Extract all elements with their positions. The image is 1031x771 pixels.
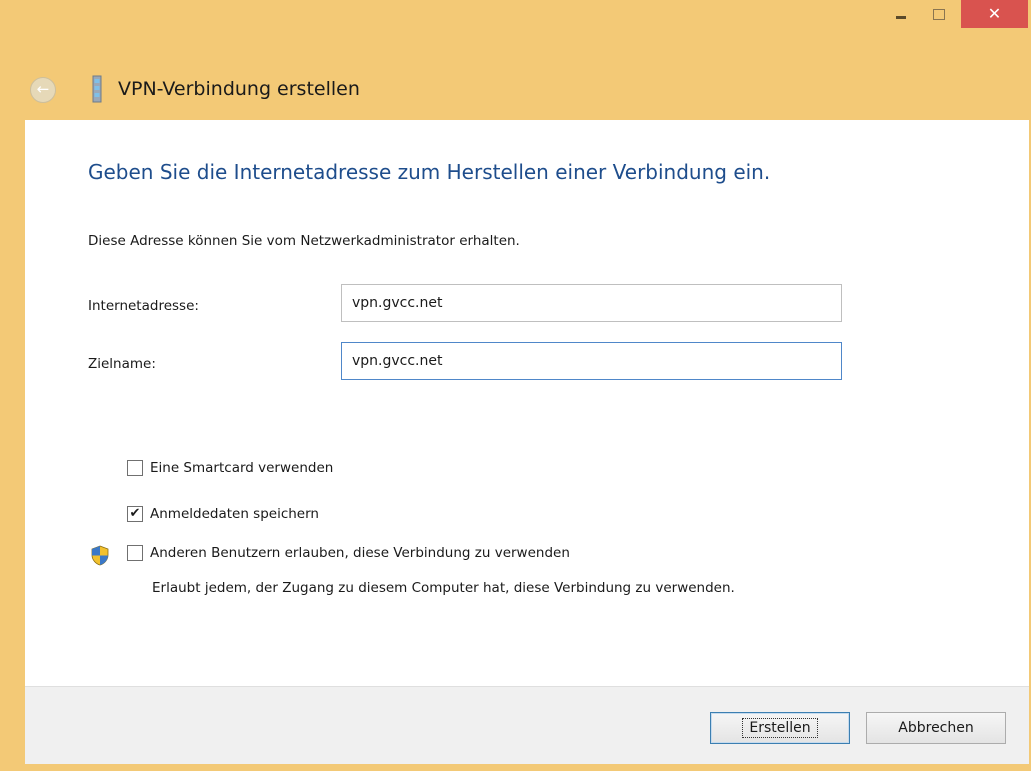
destination-name-input[interactable] — [341, 342, 842, 380]
info-text: Diese Adresse können Sie vom Netzwerkadm… — [88, 233, 520, 249]
maximize-button[interactable] — [922, 0, 956, 28]
cancel-button[interactable]: Abbrechen — [866, 712, 1006, 744]
smartcard-option[interactable]: Eine Smartcard verwenden — [127, 460, 333, 476]
page-heading: Geben Sie die Internetadresse zum Herste… — [88, 160, 771, 184]
maximize-icon — [933, 8, 945, 20]
back-button[interactable]: ← — [30, 77, 56, 103]
save-credentials-checkbox[interactable]: ✔ — [127, 506, 143, 522]
create-button-label: Erstellen — [742, 718, 818, 738]
dialog-header: ← VPN-Verbindung erstellen — [0, 60, 1031, 120]
internet-address-input[interactable] — [341, 284, 842, 322]
allow-others-checkbox[interactable] — [127, 545, 143, 561]
back-arrow-icon: ← — [36, 80, 50, 98]
save-credentials-label: Anmeldedaten speichern — [150, 506, 319, 522]
close-icon: ✕ — [987, 4, 1002, 23]
allow-others-label: Anderen Benutzern erlauben, diese Verbin… — [150, 545, 570, 561]
create-button[interactable]: Erstellen — [710, 712, 850, 744]
destination-name-label: Zielname: — [88, 356, 156, 372]
smartcard-checkbox[interactable] — [127, 460, 143, 476]
smartcard-label: Eine Smartcard verwenden — [150, 460, 334, 476]
window-title: VPN-Verbindung erstellen — [118, 78, 360, 100]
close-button[interactable]: ✕ — [961, 0, 1028, 28]
minimize-icon — [896, 15, 906, 19]
checkmark-icon: ✔ — [129, 506, 141, 521]
dialog-content: Geben Sie die Internetadresse zum Herste… — [25, 120, 1029, 686]
network-connection-icon — [92, 75, 102, 103]
minimize-button[interactable] — [884, 0, 918, 28]
allow-others-description: Erlaubt jedem, der Zugang zu diesem Comp… — [152, 580, 735, 596]
dialog-footer: Erstellen Abbrechen — [25, 686, 1029, 764]
vpn-dialog-window: ✕ ← VPN-Verbindung erstellen Geben Sie d… — [0, 0, 1031, 771]
title-bar[interactable]: ✕ — [0, 0, 1031, 36]
internet-address-label: Internetadresse: — [88, 298, 199, 314]
allow-others-option[interactable]: Anderen Benutzern erlauben, diese Verbin… — [127, 545, 570, 561]
save-credentials-option[interactable]: ✔ Anmeldedaten speichern — [127, 506, 319, 522]
uac-shield-icon — [91, 545, 109, 566]
